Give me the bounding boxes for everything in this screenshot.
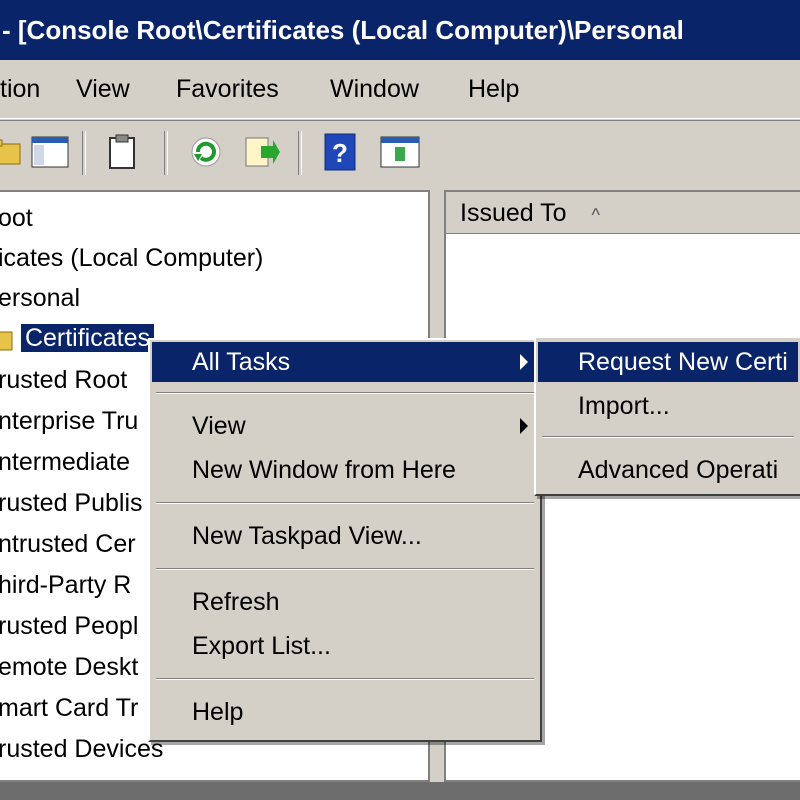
- export-list-icon[interactable]: [240, 129, 284, 175]
- menu-item-refresh[interactable]: Refresh: [152, 582, 538, 622]
- menu-item-request-new-certificate[interactable]: Request New Certi: [538, 342, 798, 382]
- folder-icon[interactable]: [0, 129, 28, 175]
- menu-item-import[interactable]: Import...: [538, 386, 798, 426]
- menu-help[interactable]: Help: [468, 60, 519, 118]
- menu-item-view[interactable]: View: [152, 406, 538, 446]
- tree-item-certificates-local-computer[interactable]: icates (Local Computer): [0, 240, 263, 276]
- menu-item-new-taskpad-view[interactable]: New Taskpad View...: [152, 516, 538, 556]
- submenu-arrow-icon: [520, 418, 528, 434]
- title-bar[interactable]: - [Console Root\Certificates (Local Comp…: [0, 0, 800, 60]
- tree-item-third-party-root[interactable]: hird-Party R: [0, 567, 131, 603]
- tree-item-console-root[interactable]: oot: [0, 200, 33, 236]
- help-icon[interactable]: ?: [318, 129, 362, 175]
- menu-window[interactable]: Window: [330, 60, 419, 118]
- new-window-icon[interactable]: [378, 129, 422, 175]
- tree-item-trusted-devices[interactable]: rusted Devices: [0, 731, 163, 767]
- menu-favorites[interactable]: Favorites: [176, 60, 279, 118]
- folder-icon: [0, 331, 13, 351]
- svg-text:?: ?: [332, 138, 348, 168]
- clipboard-icon[interactable]: [100, 129, 144, 175]
- window-bottom-edge: [0, 782, 800, 800]
- tree-item-trusted-publishers[interactable]: rusted Publis: [0, 485, 143, 521]
- window-title: - [Console Root\Certificates (Local Comp…: [2, 15, 684, 45]
- tree-item-personal[interactable]: ersonal: [0, 280, 80, 316]
- context-menu: All Tasks View New Window from Here New …: [148, 338, 542, 742]
- sort-ascending-icon: ^: [591, 205, 600, 225]
- tree-item-intermediate[interactable]: ntermediate: [0, 444, 130, 480]
- refresh-icon[interactable]: [184, 129, 228, 175]
- menu-action[interactable]: tion: [0, 60, 40, 118]
- show-hide-tree-icon[interactable]: [28, 129, 72, 175]
- menu-bar: tion View Favorites Window Help: [0, 60, 800, 119]
- tree-item-certificates[interactable]: Certificates: [0, 320, 154, 356]
- menu-item-all-tasks[interactable]: All Tasks: [152, 342, 538, 382]
- toolbar: ?: [0, 120, 800, 185]
- all-tasks-submenu: Request New Certi Import... Advanced Ope…: [534, 336, 800, 496]
- menu-item-export-list[interactable]: Export List...: [152, 626, 538, 666]
- menu-item-help[interactable]: Help: [152, 692, 538, 732]
- menu-item-new-window-from-here[interactable]: New Window from Here: [152, 450, 538, 490]
- tree-item-untrusted-certificates[interactable]: ntrusted Cer: [0, 526, 136, 562]
- tree-item-enterprise-trust[interactable]: nterprise Tru: [0, 403, 138, 439]
- menu-view[interactable]: View: [76, 60, 130, 118]
- menu-item-advanced-operations[interactable]: Advanced Operati: [538, 450, 798, 490]
- tree-item-remote-desktop[interactable]: emote Deskt: [0, 649, 138, 685]
- submenu-arrow-icon: [520, 354, 528, 370]
- tree-item-smart-card-trusted[interactable]: mart Card Tr: [0, 690, 138, 726]
- column-header-issued-to[interactable]: Issued To ^: [446, 192, 800, 234]
- mmc-window: - [Console Root\Certificates (Local Comp…: [0, 0, 800, 782]
- tree-item-trusted-people[interactable]: rusted Peopl: [0, 608, 138, 644]
- tree-item-trusted-root[interactable]: rusted Root: [0, 362, 127, 398]
